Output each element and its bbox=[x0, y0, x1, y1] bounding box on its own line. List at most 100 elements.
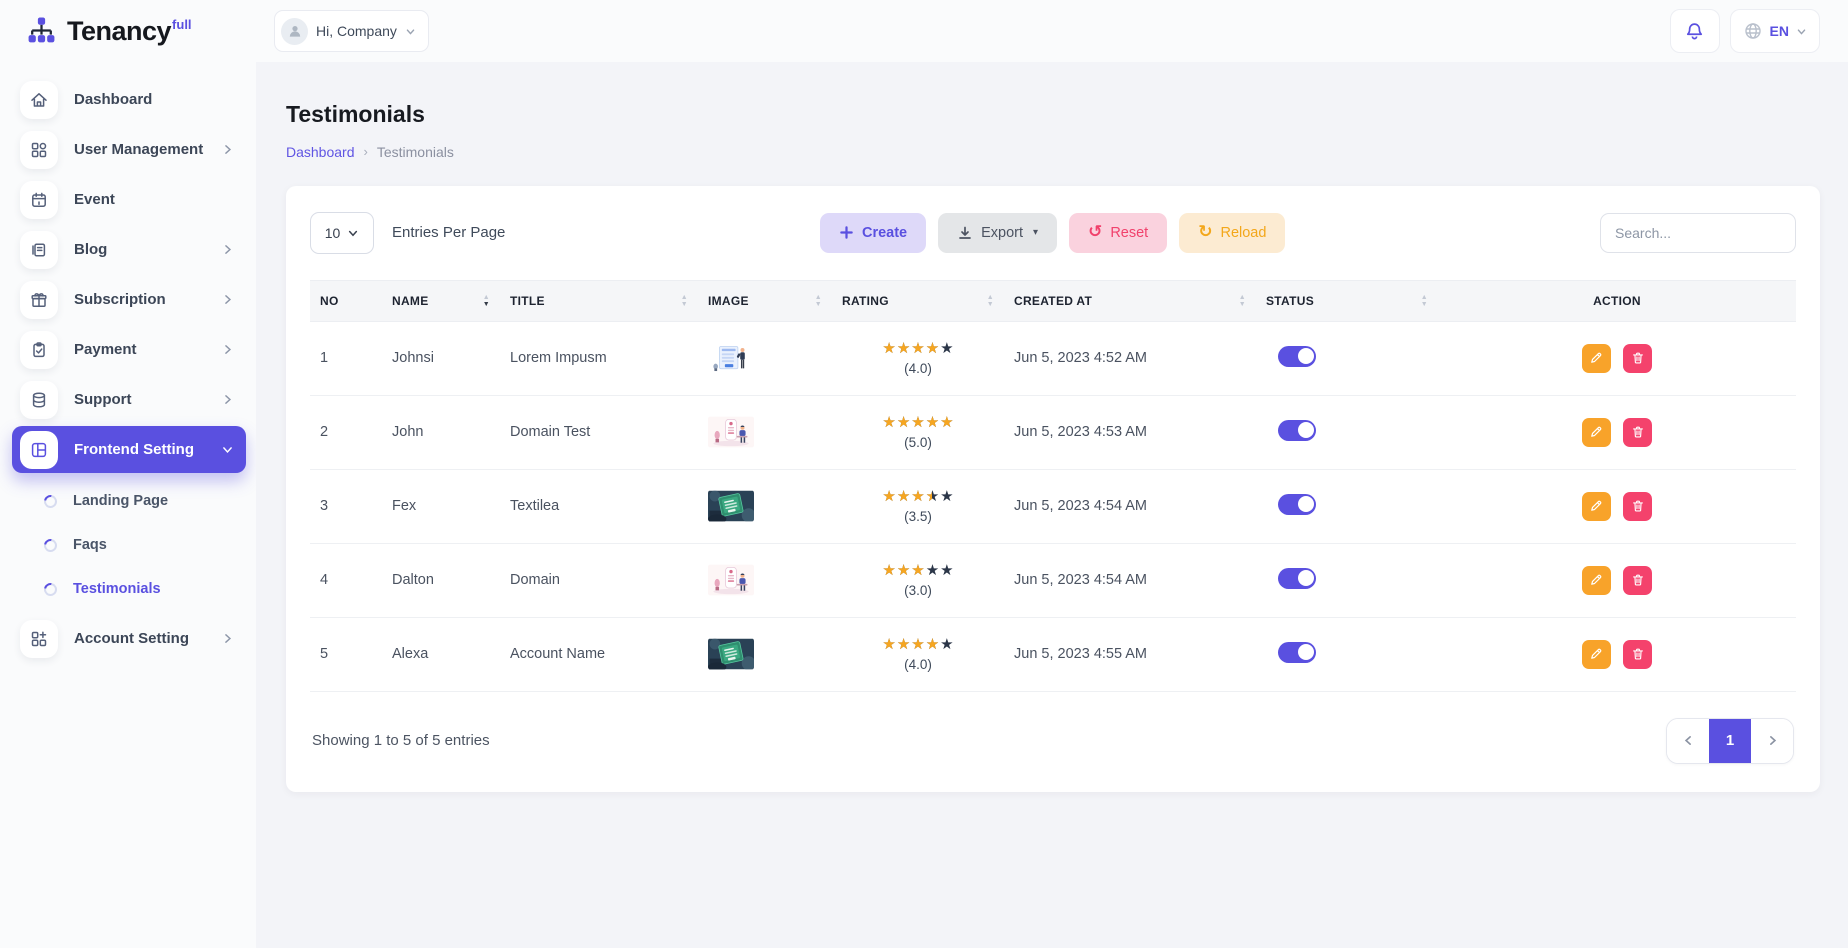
sidebar-item-event[interactable]: Event bbox=[12, 176, 246, 223]
cell-action bbox=[1438, 395, 1796, 469]
bullet-icon bbox=[41, 536, 59, 554]
cell-no: 2 bbox=[310, 395, 382, 469]
column-header-created-at[interactable]: CREATED AT▲▼ bbox=[1004, 280, 1256, 321]
sort-icon: ▲▼ bbox=[1421, 294, 1428, 308]
topbar: Hi, Company EN bbox=[256, 0, 1848, 62]
table-row: 3 Fex Textilea ★★★★★★★★★★ (3.5) Jun 5, 2… bbox=[310, 469, 1796, 543]
trash-icon bbox=[1631, 647, 1645, 661]
reset-button[interactable]: ↺ Reset bbox=[1069, 213, 1167, 253]
grid-icon bbox=[20, 131, 58, 169]
sidebar-item-label: Account Setting bbox=[74, 630, 205, 647]
sidebar-nav: Dashboard User Management Event Blo bbox=[0, 62, 256, 662]
column-header-status[interactable]: STATUS▲▼ bbox=[1256, 280, 1438, 321]
sidebar-subitem-label: Faqs bbox=[73, 537, 107, 553]
pencil-icon bbox=[1589, 499, 1603, 513]
notifications-button[interactable] bbox=[1670, 9, 1720, 53]
cell-action bbox=[1438, 321, 1796, 395]
create-button[interactable]: Create bbox=[820, 213, 926, 253]
next-page-button[interactable] bbox=[1751, 719, 1793, 763]
export-button[interactable]: Export ▾ bbox=[938, 213, 1057, 253]
main-content: Testimonials Dashboard › Testimonials 10… bbox=[256, 62, 1848, 948]
chevron-down-icon bbox=[1796, 26, 1807, 37]
column-header-title[interactable]: TITLE▲▼ bbox=[500, 280, 698, 321]
cell-action bbox=[1438, 617, 1796, 691]
cell-status bbox=[1256, 321, 1438, 395]
sidebar-item-account-setting[interactable]: Account Setting bbox=[12, 615, 246, 662]
cell-image bbox=[698, 321, 832, 395]
cell-created-at: Jun 5, 2023 4:54 AM bbox=[1004, 543, 1256, 617]
previous-page-button[interactable] bbox=[1667, 719, 1709, 763]
cell-rating: ★★★★★★★★★★ (4.0) bbox=[832, 617, 1004, 691]
layout-icon bbox=[20, 431, 58, 469]
edit-button[interactable] bbox=[1582, 492, 1611, 521]
sidebar-item-payment[interactable]: Payment bbox=[12, 326, 246, 373]
user-menu[interactable]: Hi, Company bbox=[274, 10, 429, 52]
sidebar-subitem-testimonials[interactable]: Testimonials bbox=[12, 568, 246, 610]
delete-button[interactable] bbox=[1623, 418, 1652, 447]
column-header-rating[interactable]: RATING▲▼ bbox=[832, 280, 1004, 321]
delete-button[interactable] bbox=[1623, 492, 1652, 521]
edit-button[interactable] bbox=[1582, 640, 1611, 669]
sidebar-item-subscription[interactable]: Subscription bbox=[12, 276, 246, 323]
chevron-down-icon bbox=[221, 443, 234, 456]
sidebar-item-label: Blog bbox=[74, 241, 205, 258]
language-selector[interactable]: EN bbox=[1730, 9, 1820, 53]
edit-button[interactable] bbox=[1582, 418, 1611, 447]
entries-value: 10 bbox=[325, 225, 341, 241]
trash-icon bbox=[1631, 425, 1645, 439]
entries-per-page-select[interactable]: 10 bbox=[310, 212, 374, 254]
reload-button[interactable]: ↻ Reload bbox=[1179, 213, 1285, 253]
sidebar-item-dashboard[interactable]: Dashboard bbox=[12, 76, 246, 123]
status-toggle[interactable] bbox=[1278, 494, 1316, 515]
cell-title: Domain bbox=[500, 543, 698, 617]
status-toggle[interactable] bbox=[1278, 420, 1316, 441]
brand-logo[interactable]: Tenancyfull bbox=[0, 0, 256, 62]
testimonial-thumbnail bbox=[708, 564, 754, 596]
status-toggle[interactable] bbox=[1278, 642, 1316, 663]
testimonial-thumbnail bbox=[708, 490, 754, 522]
sidebar-item-support[interactable]: Support bbox=[12, 376, 246, 423]
table-footer: Showing 1 to 5 of 5 entries 1 bbox=[310, 718, 1796, 764]
cell-image bbox=[698, 543, 832, 617]
testimonial-thumbnail bbox=[708, 342, 754, 374]
cell-rating: ★★★★★★★★★★ (5.0) bbox=[832, 395, 1004, 469]
search-input[interactable] bbox=[1600, 213, 1796, 253]
status-toggle[interactable] bbox=[1278, 568, 1316, 589]
clipboard-check-icon bbox=[20, 331, 58, 369]
edit-button[interactable] bbox=[1582, 344, 1611, 373]
edit-button[interactable] bbox=[1582, 566, 1611, 595]
chevron-down-icon bbox=[405, 26, 416, 37]
cell-no: 4 bbox=[310, 543, 382, 617]
sidebar-subitem-label: Landing Page bbox=[73, 493, 168, 509]
testimonials-table: NO NAME▲▼ TITLE▲▼ IMAGE▲▼ RATING▲▼ CREAT… bbox=[310, 280, 1796, 692]
chevron-right-icon bbox=[221, 293, 234, 306]
cell-created-at: Jun 5, 2023 4:53 AM bbox=[1004, 395, 1256, 469]
cell-image bbox=[698, 395, 832, 469]
undo-icon: ↺ bbox=[1088, 224, 1102, 241]
delete-button[interactable] bbox=[1623, 566, 1652, 595]
column-header-name[interactable]: NAME▲▼ bbox=[382, 280, 500, 321]
delete-button[interactable] bbox=[1623, 344, 1652, 373]
cell-title: Domain Test bbox=[500, 395, 698, 469]
breadcrumb-dashboard-link[interactable]: Dashboard bbox=[286, 144, 355, 160]
delete-button[interactable] bbox=[1623, 640, 1652, 669]
sort-icon: ▲▼ bbox=[681, 294, 688, 308]
table-header-row: NO NAME▲▼ TITLE▲▼ IMAGE▲▼ RATING▲▼ CREAT… bbox=[310, 280, 1796, 321]
sidebar-subitem-landing-page[interactable]: Landing Page bbox=[12, 480, 246, 522]
status-toggle[interactable] bbox=[1278, 346, 1316, 367]
sidebar-item-frontend-setting[interactable]: Frontend Setting bbox=[12, 426, 246, 473]
star-rating: ★★★★★★★★★★ bbox=[842, 341, 994, 356]
language-label: EN bbox=[1770, 23, 1789, 39]
sidebar-subitem-faqs[interactable]: Faqs bbox=[12, 524, 246, 566]
cell-title: Account Name bbox=[500, 617, 698, 691]
sidebar-item-blog[interactable]: Blog bbox=[12, 226, 246, 273]
download-icon bbox=[957, 225, 973, 241]
column-header-image[interactable]: IMAGE▲▼ bbox=[698, 280, 832, 321]
sort-icon: ▲▼ bbox=[987, 294, 994, 308]
sort-icon: ▲▼ bbox=[483, 294, 490, 308]
page-1-button[interactable]: 1 bbox=[1709, 719, 1751, 763]
chevron-down-icon bbox=[347, 227, 359, 239]
sidebar-item-user-management[interactable]: User Management bbox=[12, 126, 246, 173]
table-row: 4 Dalton Domain ★★★★★★★★★★ (3.0) Jun 5, … bbox=[310, 543, 1796, 617]
sidebar-item-label: Support bbox=[74, 391, 205, 408]
